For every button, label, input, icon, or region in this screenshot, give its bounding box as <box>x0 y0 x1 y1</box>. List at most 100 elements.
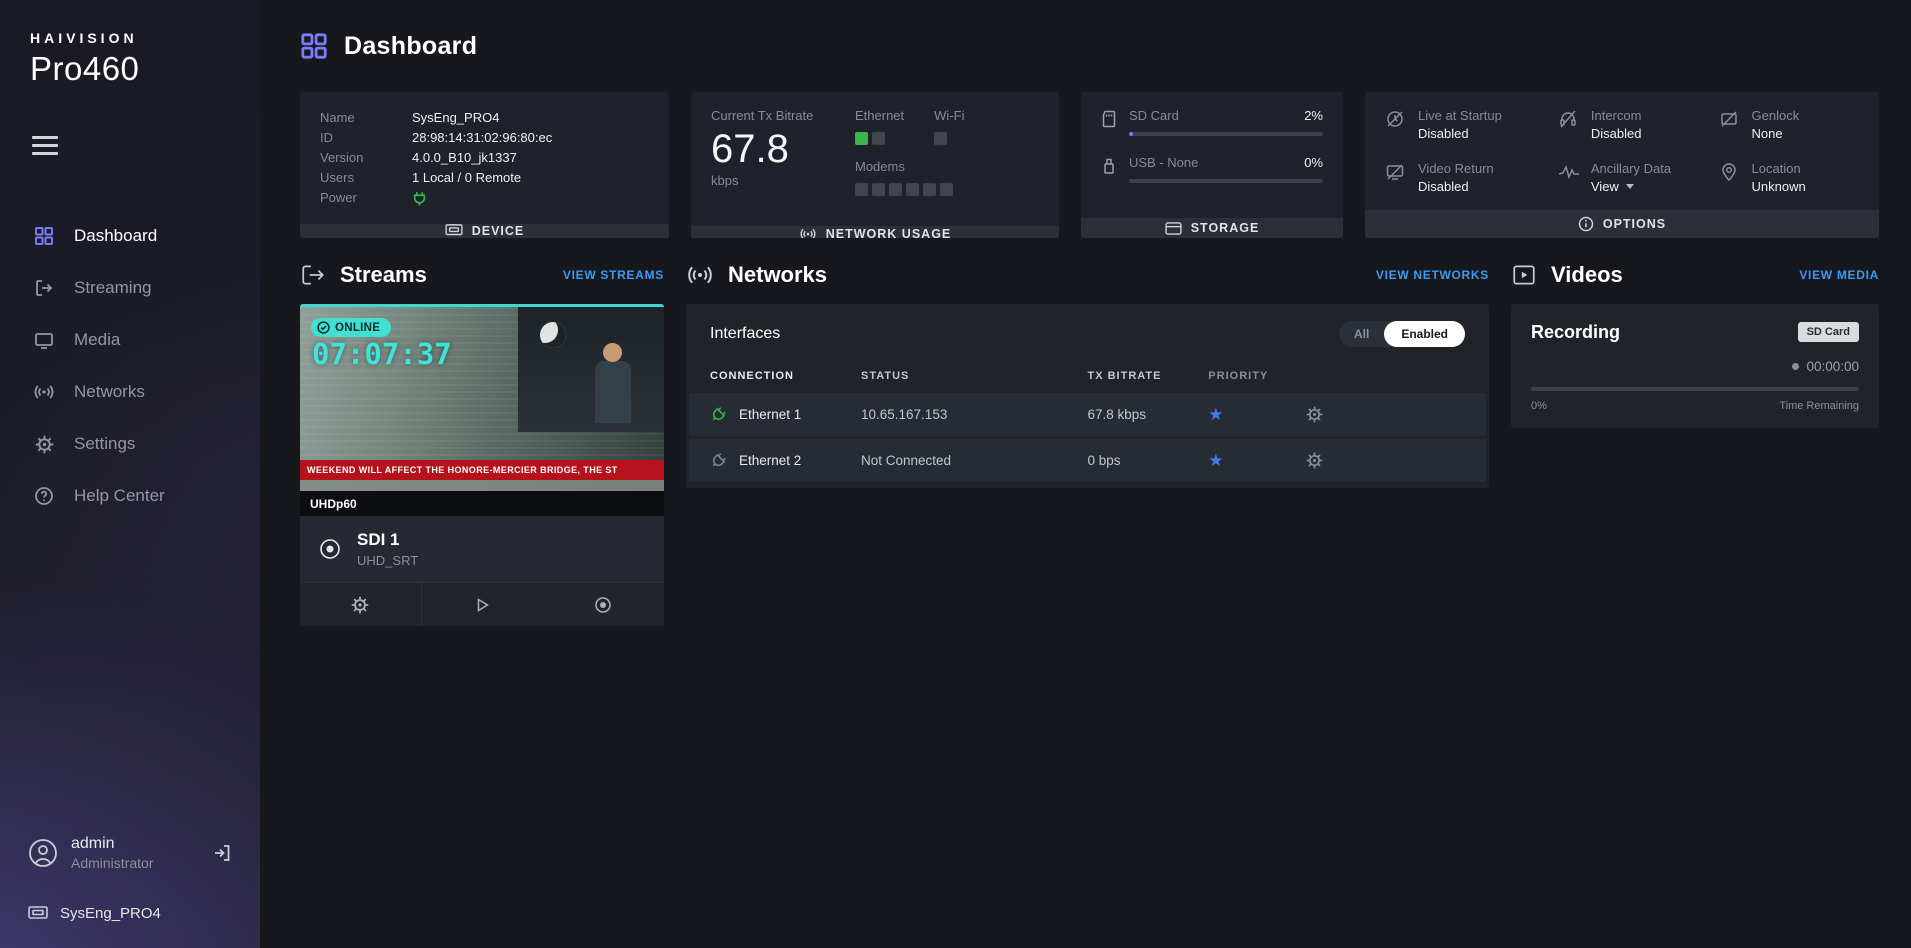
recording-percent: 0% <box>1531 400 1547 412</box>
recording-progressbar <box>1531 387 1859 391</box>
stream-actions <box>300 582 664 626</box>
options-footer-button[interactable]: OPTIONS <box>1365 210 1879 238</box>
networks-section: Networks VIEW NETWORKS Interfaces All En… <box>686 238 1489 488</box>
sidebar-item-settings[interactable]: Settings <box>0 418 260 470</box>
ethernet-plug-icon <box>710 406 727 423</box>
option-label: Ancillary Data <box>1591 161 1671 176</box>
priority-star-icon[interactable]: ★ <box>1208 405 1223 425</box>
networks-title: Networks <box>728 262 827 288</box>
user-role: Administrator <box>71 855 153 871</box>
stream-info-row[interactable]: SDI 1 UHD_SRT <box>300 516 664 582</box>
col-priority: PRIORITY <box>1208 370 1465 382</box>
source-circle-icon <box>318 537 342 561</box>
usb-icon <box>1101 155 1117 183</box>
stream-name: SDI 1 <box>357 530 418 550</box>
device-name: SysEng_PRO4 <box>60 905 161 922</box>
videos-icon <box>1511 262 1537 288</box>
info-icon <box>1578 216 1594 232</box>
device-footer-label: DEVICE <box>472 224 525 238</box>
view-streams-link[interactable]: VIEW STREAMS <box>563 268 664 282</box>
user-name: admin <box>71 835 153 853</box>
network-usage-card: Current Tx Bitrate 67.8 kbps Ethernet Wi… <box>691 92 1059 238</box>
option-label: Video Return <box>1418 161 1494 176</box>
nav-label: Media <box>74 330 120 350</box>
streams-title: Streams <box>340 262 427 288</box>
device-field-value: 4.0.0_B10_jk1337 <box>412 148 517 168</box>
check-circle-icon <box>317 321 330 334</box>
usb-percent: 0% <box>1304 155 1323 170</box>
sidebar-item-dashboard[interactable]: Dashboard <box>0 210 260 262</box>
user-account[interactable]: admin Administrator <box>0 821 260 885</box>
sidebar-item-help-center[interactable]: Help Center <box>0 470 260 522</box>
option-intercom: Intercom Disabled <box>1558 108 1711 141</box>
bitrate-value: 67.8 <box>711 127 829 171</box>
option-label: Location <box>1752 161 1806 176</box>
ethernet-status-squares <box>855 132 904 145</box>
nav-label: Dashboard <box>74 226 157 246</box>
device-card: NameSysEng_PRO4 ID28:98:14:31:02:96:80:e… <box>300 92 669 238</box>
gear-icon[interactable] <box>1306 452 1323 469</box>
filter-all-button[interactable]: All <box>1339 321 1384 347</box>
option-label: Genlock <box>1752 108 1800 123</box>
connection-tx-bitrate: 0 bps <box>1088 453 1209 468</box>
sd-card-progressbar <box>1129 132 1323 136</box>
col-status: STATUS <box>861 370 1088 382</box>
interfaces-title: Interfaces <box>710 325 780 343</box>
device-field-value: 28:98:14:31:02:96:80:ec <box>412 128 552 148</box>
brand-logo: HAIVISION <box>30 30 230 46</box>
device-name-row: SysEng_PRO4 <box>0 885 260 932</box>
bitrate-unit: kbps <box>711 173 829 188</box>
storage-card: SD Card 2% USB - None <box>1081 92 1343 238</box>
sidebar-item-streaming[interactable]: Streaming <box>0 262 260 314</box>
device-display-icon <box>28 906 48 922</box>
stream-play-button[interactable] <box>422 583 543 626</box>
recording-storage-badge: SD Card <box>1798 322 1859 342</box>
device-field-label: Name <box>320 108 412 128</box>
option-value: Disabled <box>1418 179 1494 194</box>
sidebar-item-networks[interactable]: Networks <box>0 366 260 418</box>
device-footer-button[interactable]: DEVICE <box>300 224 669 238</box>
sidebar: HAIVISION Pro460 Dashboard Streaming <box>0 0 260 948</box>
videos-section: Videos VIEW MEDIA Recording SD Card 00:0… <box>1511 238 1879 428</box>
sidebar-nav: Dashboard Streaming Media <box>0 210 260 522</box>
storage-footer-label: STORAGE <box>1191 221 1260 235</box>
stream-subtitle: UHD_SRT <box>357 553 418 568</box>
device-field-label: Users <box>320 168 412 188</box>
modems-label: Modems <box>855 159 1039 174</box>
options-body: Live at Startup Disabled Intercom Dis <box>1365 92 1879 210</box>
device-display-icon <box>445 224 463 238</box>
usb-label: USB - None <box>1129 155 1198 170</box>
view-media-link[interactable]: VIEW MEDIA <box>1799 268 1879 282</box>
summary-cards: NameSysEng_PRO4 ID28:98:14:31:02:96:80:e… <box>300 92 1879 238</box>
stream-settings-button[interactable] <box>300 583 422 626</box>
gear-icon <box>32 433 56 455</box>
network-usage-footer-button[interactable]: NETWORK USAGE <box>691 226 1059 238</box>
recording-title: Recording <box>1531 322 1620 343</box>
filter-enabled-button[interactable]: Enabled <box>1384 321 1465 347</box>
sd-card-label: SD Card <box>1129 108 1179 123</box>
live-at-startup-disabled-icon <box>1385 108 1407 141</box>
stream-thumbnail[interactable]: 07:07:37 ONLINE WEEKEND WILL AFFECT THE … <box>300 304 664 516</box>
col-connection: CONNECTION <box>710 370 861 382</box>
logout-icon[interactable] <box>212 843 232 863</box>
location-pin-icon <box>1719 161 1741 194</box>
wifi-status-squares <box>934 132 964 145</box>
hamburger-menu-icon[interactable] <box>32 136 58 160</box>
antenna-icon <box>799 226 817 238</box>
option-location: Location Unknown <box>1719 161 1859 194</box>
stream-record-button[interactable] <box>543 583 664 626</box>
page-header: Dashboard <box>300 0 1879 92</box>
genlock-none-icon <box>1719 108 1741 141</box>
sidebar-item-media[interactable]: Media <box>0 314 260 366</box>
gear-icon[interactable] <box>1306 406 1323 423</box>
view-networks-link[interactable]: VIEW NETWORKS <box>1376 268 1489 282</box>
option-value: None <box>1752 126 1800 141</box>
nav-label: Help Center <box>74 486 165 506</box>
recording-remaining-label: Time Remaining <box>1779 400 1859 412</box>
ancillary-data-dropdown[interactable]: View <box>1591 179 1671 194</box>
connection-name: Ethernet 2 <box>739 453 801 468</box>
nav-label: Settings <box>74 434 135 454</box>
storage-footer-button[interactable]: STORAGE <box>1081 218 1343 238</box>
option-value: Disabled <box>1418 126 1502 141</box>
priority-star-icon[interactable]: ★ <box>1208 451 1223 471</box>
